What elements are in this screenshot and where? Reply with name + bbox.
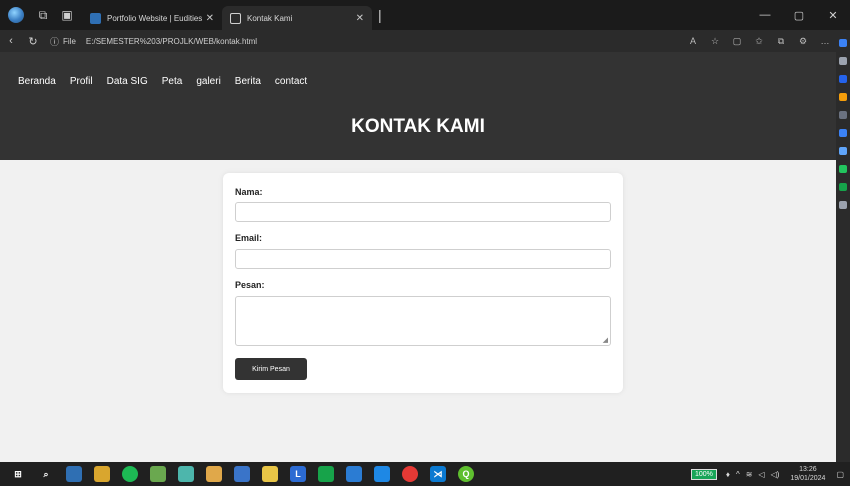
site-header: Beranda Profil Data SIG Peta galeri Beri…: [0, 52, 836, 160]
taskbar: ⊞ ⌕ L ⋊ Q 100% ♦ ^ ≋ ◁ ◁) 13:26 19/01/20…: [0, 462, 850, 486]
notification-icon[interactable]: ▢: [836, 470, 844, 479]
edge-icon[interactable]: [374, 466, 390, 482]
info-icon[interactable]: ⓘ: [50, 35, 59, 48]
url-scheme: File: [63, 36, 76, 46]
browser-titlebar: ⧉ ▣ Portfolio Website | Eudities ✕ Konta…: [0, 0, 850, 30]
nav-peta[interactable]: Peta: [162, 76, 183, 87]
web-page: Beranda Profil Data SIG Peta galeri Beri…: [0, 52, 836, 462]
collections-icon[interactable]: ⧉: [770, 36, 792, 47]
split-screen-icon[interactable]: ▢: [726, 36, 748, 47]
nav-galeri[interactable]: galeri: [196, 76, 220, 87]
window-controls: — ▢ ✕: [748, 0, 850, 30]
name-input[interactable]: [235, 202, 611, 222]
start-icon[interactable]: ⊞: [10, 466, 26, 482]
nav-berita[interactable]: Berita: [235, 76, 261, 87]
chrome-icon[interactable]: [402, 466, 418, 482]
submit-button[interactable]: Kirim Pesan: [235, 358, 307, 380]
restore-icon[interactable]: ▢: [782, 9, 816, 22]
nav-profil[interactable]: Profil: [70, 76, 93, 87]
paint-icon[interactable]: [206, 466, 222, 482]
favorite-star-icon[interactable]: ☆: [704, 36, 726, 47]
games-icon[interactable]: [839, 111, 847, 119]
chevron-up-icon[interactable]: ^: [736, 470, 740, 479]
clock-time: 13:26: [799, 466, 817, 473]
address-bar: ‹ ↻ ⓘ File E:/SEMESTER%203/PROJLK/WEB/ko…: [0, 30, 836, 52]
close-tab-icon[interactable]: ✕: [356, 13, 364, 24]
refresh-icon[interactable]: ↻: [22, 35, 44, 48]
workspaces-icon[interactable]: ⧉: [34, 6, 52, 24]
maps-icon[interactable]: [150, 466, 166, 482]
system-tray: 100% ♦ ^ ≋ ◁ ◁) 13:26 19/01/2024 ▢: [690, 462, 850, 486]
speaker-icon[interactable]: ◁): [771, 470, 780, 479]
tab-title: Kontak Kami: [247, 13, 293, 23]
drop-icon[interactable]: [839, 165, 847, 173]
search-icon[interactable]: ⌕: [38, 466, 54, 482]
notes-icon[interactable]: [262, 466, 278, 482]
message-textarea[interactable]: ◢: [235, 296, 611, 346]
contact-form: Nama: Email: Pesan: ◢ Kirim Pesan: [223, 173, 623, 393]
minimize-icon[interactable]: —: [748, 9, 782, 21]
tab-title: Portfolio Website | Eudities: [107, 13, 203, 23]
shopping-icon[interactable]: [839, 75, 847, 83]
explorer-icon[interactable]: [94, 466, 110, 482]
close-tab-icon[interactable]: ✕: [206, 13, 214, 24]
message-label: Pesan:: [235, 280, 265, 290]
screen: ⧉ ▣ Portfolio Website | Eudities ✕ Konta…: [0, 0, 850, 486]
gis-icon[interactable]: [318, 466, 334, 482]
back-icon[interactable]: ‹: [0, 35, 22, 47]
lens-icon[interactable]: L: [290, 466, 306, 482]
add-icon[interactable]: [839, 201, 847, 209]
url-field[interactable]: ⓘ File E:/SEMESTER%203/PROJLK/WEB/kontak…: [50, 35, 257, 48]
nav-data-sig[interactable]: Data SIG: [107, 76, 148, 87]
clock-date: 19/01/2024: [790, 475, 826, 482]
favorites-icon[interactable]: ✩: [748, 36, 770, 47]
close-window-icon[interactable]: ✕: [816, 9, 850, 22]
name-label: Nama:: [235, 187, 263, 197]
profile-avatar[interactable]: [8, 7, 24, 23]
tab-actions-icon[interactable]: ▣: [58, 6, 76, 24]
files-icon[interactable]: [234, 466, 250, 482]
tab-kontak[interactable]: Kontak Kami ✕: [222, 6, 372, 30]
resize-handle-icon[interactable]: ◢: [603, 336, 608, 344]
m365-icon[interactable]: [839, 147, 847, 155]
email-input[interactable]: [235, 249, 611, 269]
store-icon[interactable]: [178, 466, 194, 482]
url-path: E:/SEMESTER%203/PROJLK/WEB/kontak.html: [85, 36, 258, 46]
spotify-icon[interactable]: [122, 466, 138, 482]
vscode-icon[interactable]: ⋊: [430, 466, 446, 482]
extensions-icon[interactable]: ⚙: [792, 36, 814, 47]
read-aloud-icon[interactable]: A: [682, 36, 704, 46]
tab-portfolio[interactable]: Portfolio Website | Eudities ✕: [82, 6, 222, 30]
new-tab-icon[interactable]: |: [378, 7, 382, 23]
word-icon[interactable]: [346, 466, 362, 482]
nav-contact[interactable]: contact: [275, 76, 307, 87]
outlook-icon[interactable]: [839, 129, 847, 137]
page-favicon-icon: [230, 12, 241, 24]
address-actions: A ☆ ▢ ✩ ⧉ ⚙ …: [682, 36, 836, 47]
page-title: KONTAK KAMI: [351, 116, 485, 137]
site-nav: Beranda Profil Data SIG Peta galeri Beri…: [18, 76, 321, 87]
tools-icon[interactable]: [839, 93, 847, 101]
volume-icon[interactable]: ◁: [758, 470, 764, 479]
more-icon[interactable]: …: [814, 36, 836, 46]
site-favicon-icon: [90, 12, 101, 24]
clock[interactable]: 13:26 19/01/2024: [790, 465, 825, 483]
wifi-icon[interactable]: ≋: [746, 470, 753, 479]
weather-icon[interactable]: [66, 466, 82, 482]
copilot-icon[interactable]: [839, 39, 847, 47]
browser-sidebar: [836, 30, 850, 462]
app-icon[interactable]: [839, 183, 847, 191]
nav-beranda[interactable]: Beranda: [18, 76, 56, 87]
search-icon[interactable]: [839, 57, 847, 65]
email-label: Email:: [235, 233, 263, 243]
qgis-icon[interactable]: Q: [458, 466, 474, 482]
bluetooth-icon[interactable]: ♦: [726, 470, 730, 479]
battery-indicator[interactable]: 100%: [690, 468, 717, 480]
